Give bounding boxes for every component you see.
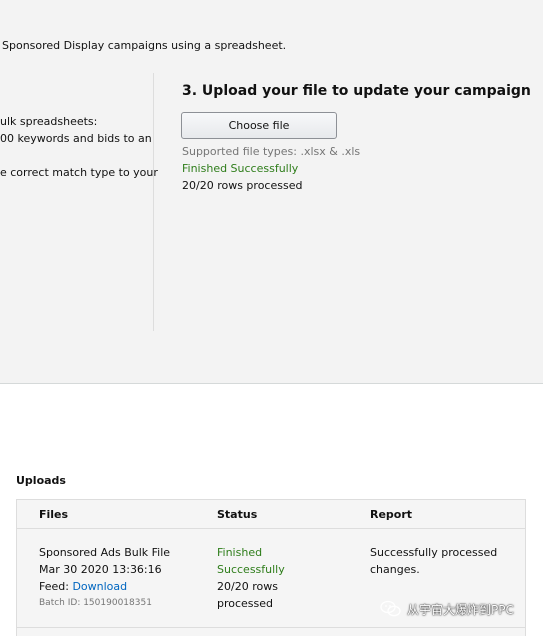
download-link[interactable]: Download	[72, 580, 127, 593]
bulk-operations-panel: Sponsored Display campaigns using a spre…	[0, 0, 543, 384]
supported-file-types: Supported file types: .xlsx & .xls	[182, 145, 361, 158]
status-text: Successfully	[217, 563, 285, 576]
instruction-line: ulk spreadsheets:	[0, 115, 98, 128]
column-header-report: Report	[370, 508, 413, 521]
row-divider	[17, 627, 525, 628]
instruction-line: 00 keywords and bids to an	[0, 132, 152, 145]
file-date: Mar 30 2020 13:36:16	[39, 563, 162, 576]
uploads-heading: Uploads	[16, 474, 66, 487]
feed-line: Feed: Download	[39, 578, 170, 595]
instruction-line: e correct match type to your	[0, 166, 158, 179]
report-text: Successfully processed	[370, 546, 498, 559]
intro-text: Sponsored Display campaigns using a spre…	[2, 39, 287, 52]
upload-step-title: 3. Upload your file to update your campa…	[182, 83, 531, 99]
instructions-column: ulk spreadsheets: 00 keywords and bids t…	[0, 113, 158, 181]
watermark-text: 从宇宙大爆炸到PPC	[407, 602, 514, 617]
rows-text: 20/20 rows	[217, 580, 278, 593]
file-name: Sponsored Ads Bulk File	[39, 546, 171, 559]
rows-text: processed	[217, 597, 274, 610]
instruction-line	[0, 147, 150, 164]
column-header-files: Files	[39, 508, 69, 521]
column-header-status: Status	[217, 508, 258, 521]
batch-id: Batch ID: 150190018351	[39, 598, 152, 608]
status-text: Finished	[217, 546, 263, 559]
report-text: changes.	[370, 563, 420, 576]
report-cell: Successfully processed changes.	[370, 544, 497, 578]
file-cell: Sponsored Ads Bulk File Mar 30 2020 13:3…	[39, 544, 170, 612]
watermark: 从宇宙大爆炸到PPC	[380, 600, 514, 618]
rows-processed: 20/20 rows processed	[182, 179, 303, 192]
status-cell: Finished Successfully 20/20 rows process…	[217, 544, 285, 612]
choose-file-button[interactable]: Choose file	[181, 112, 337, 139]
column-divider	[153, 73, 154, 331]
table-header: Files Status Report	[17, 500, 525, 529]
feed-label: Feed:	[39, 580, 69, 593]
wechat-icon	[380, 600, 401, 617]
upload-status: Finished Successfully	[182, 162, 299, 175]
